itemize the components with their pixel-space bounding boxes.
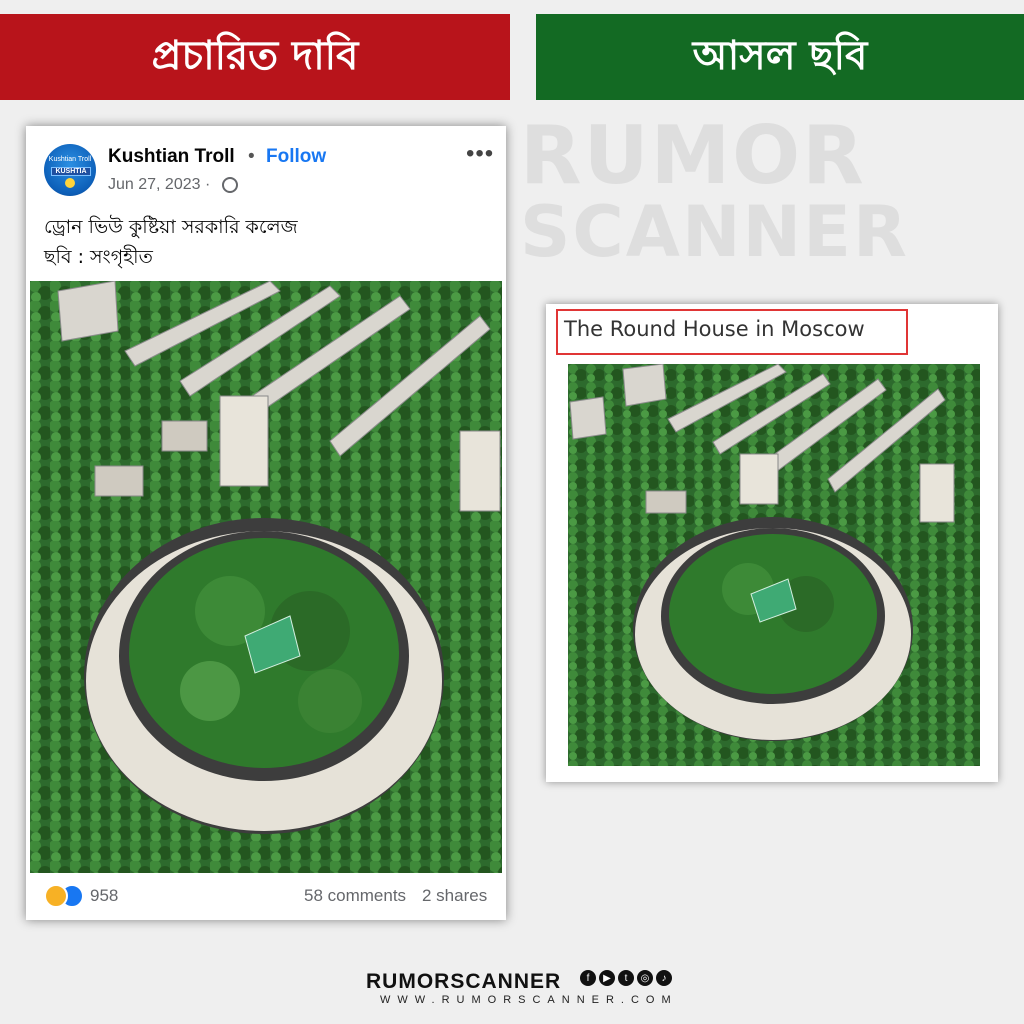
haha-reaction-icon [44,884,68,908]
highlight-box: The Round House in Moscow [556,309,908,355]
footer-url[interactable]: WWW.RUMORSCANNER.COM [380,994,678,1006]
avatar-text: Kushtian Troll [48,156,92,163]
youtube-icon[interactable]: ▶ [599,970,615,986]
watermark: RUMOR SCANNER [520,109,909,308]
tiktok-icon[interactable]: ♪ [656,970,672,986]
social-icons: f ▶ t ◎ ♪ [580,970,675,986]
comments-link[interactable]: 58 comments [304,886,406,906]
shares-link[interactable]: 2 shares [422,886,487,906]
avatar[interactable]: Kushtian Troll KUSHTIA [44,144,96,196]
more-options-icon[interactable]: ••• [466,140,494,168]
avatar-badge: KUSHTIA [51,167,91,176]
real-photo-banner: আসল ছবি [536,14,1024,100]
instagram-icon[interactable]: ◎ [637,970,653,986]
reaction-count: 958 [90,886,119,905]
smile-icon [65,178,75,188]
post-date[interactable]: Jun 27, 2023 · [108,176,210,194]
separator-dot: • [248,146,255,167]
twitter-icon[interactable]: t [618,970,634,986]
facebook-post-card: Kushtian Troll KUSHTIA Kushtian Troll • … [26,126,506,920]
source-card: The Round House in Moscow [546,304,998,782]
caption-line1: ড্রোন ভিউ কুষ্টিয়া সরকারি কলেজ [44,216,298,238]
watermark-line1: RUMOR [520,109,866,202]
watermark-line2: SCANNER [520,191,909,273]
post-caption: ড্রোন ভিউ কুষ্টিয়া সরকারি কলেজ ছবি : সং… [44,212,298,272]
post-photo[interactable] [30,281,502,873]
globe-icon [222,177,238,193]
caption-line2: ছবি : সংগৃহীত [44,246,153,268]
follow-button[interactable]: Follow [266,146,326,168]
source-title: The Round House in Moscow [564,317,865,341]
page-name[interactable]: Kushtian Troll [108,146,235,168]
footer-brand: RUMORSCANNER [366,970,562,993]
reactions[interactable]: 958 [44,884,118,908]
facebook-icon[interactable]: f [580,970,596,986]
claim-banner: প্রচারিত দাবি [0,14,510,100]
source-photo[interactable] [568,364,980,766]
